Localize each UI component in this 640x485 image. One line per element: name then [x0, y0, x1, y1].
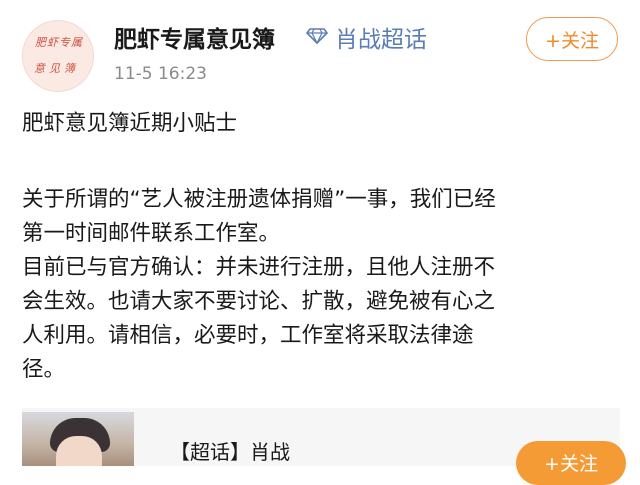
post-line: 会生效。也请大家不要讨论、扩散，避免被有心之	[22, 289, 496, 314]
post-line: 第一时间邮件联系工作室。	[22, 221, 281, 246]
follow-button[interactable]: +关注	[526, 17, 618, 61]
post-line: 目前已与官方确认：并未进行注册，且他人注册不	[22, 255, 496, 280]
post-line: 径。	[22, 357, 66, 382]
avatar[interactable]: 肥虾专属 意见簿	[22, 20, 94, 92]
post-paragraph-2: 目前已与官方确认：并未进行注册，且他人注册不 会生效。也请大家不要讨论、扩散，避…	[22, 251, 495, 387]
avatar-text-line2: 意见簿	[34, 62, 79, 75]
diamond-icon	[306, 28, 328, 44]
post-paragraph-1: 关于所谓的“艺人被注册遗体捐赠”一事，我们已经 第一时间邮件联系工作室。	[22, 183, 496, 251]
account-name[interactable]: 肥虾专属意见簿	[114, 20, 275, 54]
topic-card-title[interactable]: 【超话】肖战	[170, 436, 290, 465]
topic-card-thumbnail	[22, 412, 134, 466]
post-header: 肥虾专属 意见簿 肥虾专属意见簿 肖战超话 11-5 16:23 +关注	[0, 0, 640, 110]
post-line: 人利用。请相信，必要时，工作室将采取法律途	[22, 323, 474, 348]
topic-card-follow-button[interactable]: +关注	[516, 441, 626, 485]
post-line: 关于所谓的“艺人被注册遗体捐赠”一事，我们已经	[22, 187, 496, 212]
post-timestamp: 11-5 16:23	[114, 64, 207, 84]
topic-card[interactable]: 【超话】肖战 +关注	[22, 408, 626, 485]
post-title: 肥虾意见簿近期小贴士	[22, 111, 238, 136]
avatar-text-line1: 肥虾专属	[35, 36, 83, 49]
topic-link[interactable]: 肖战超话	[335, 20, 427, 54]
